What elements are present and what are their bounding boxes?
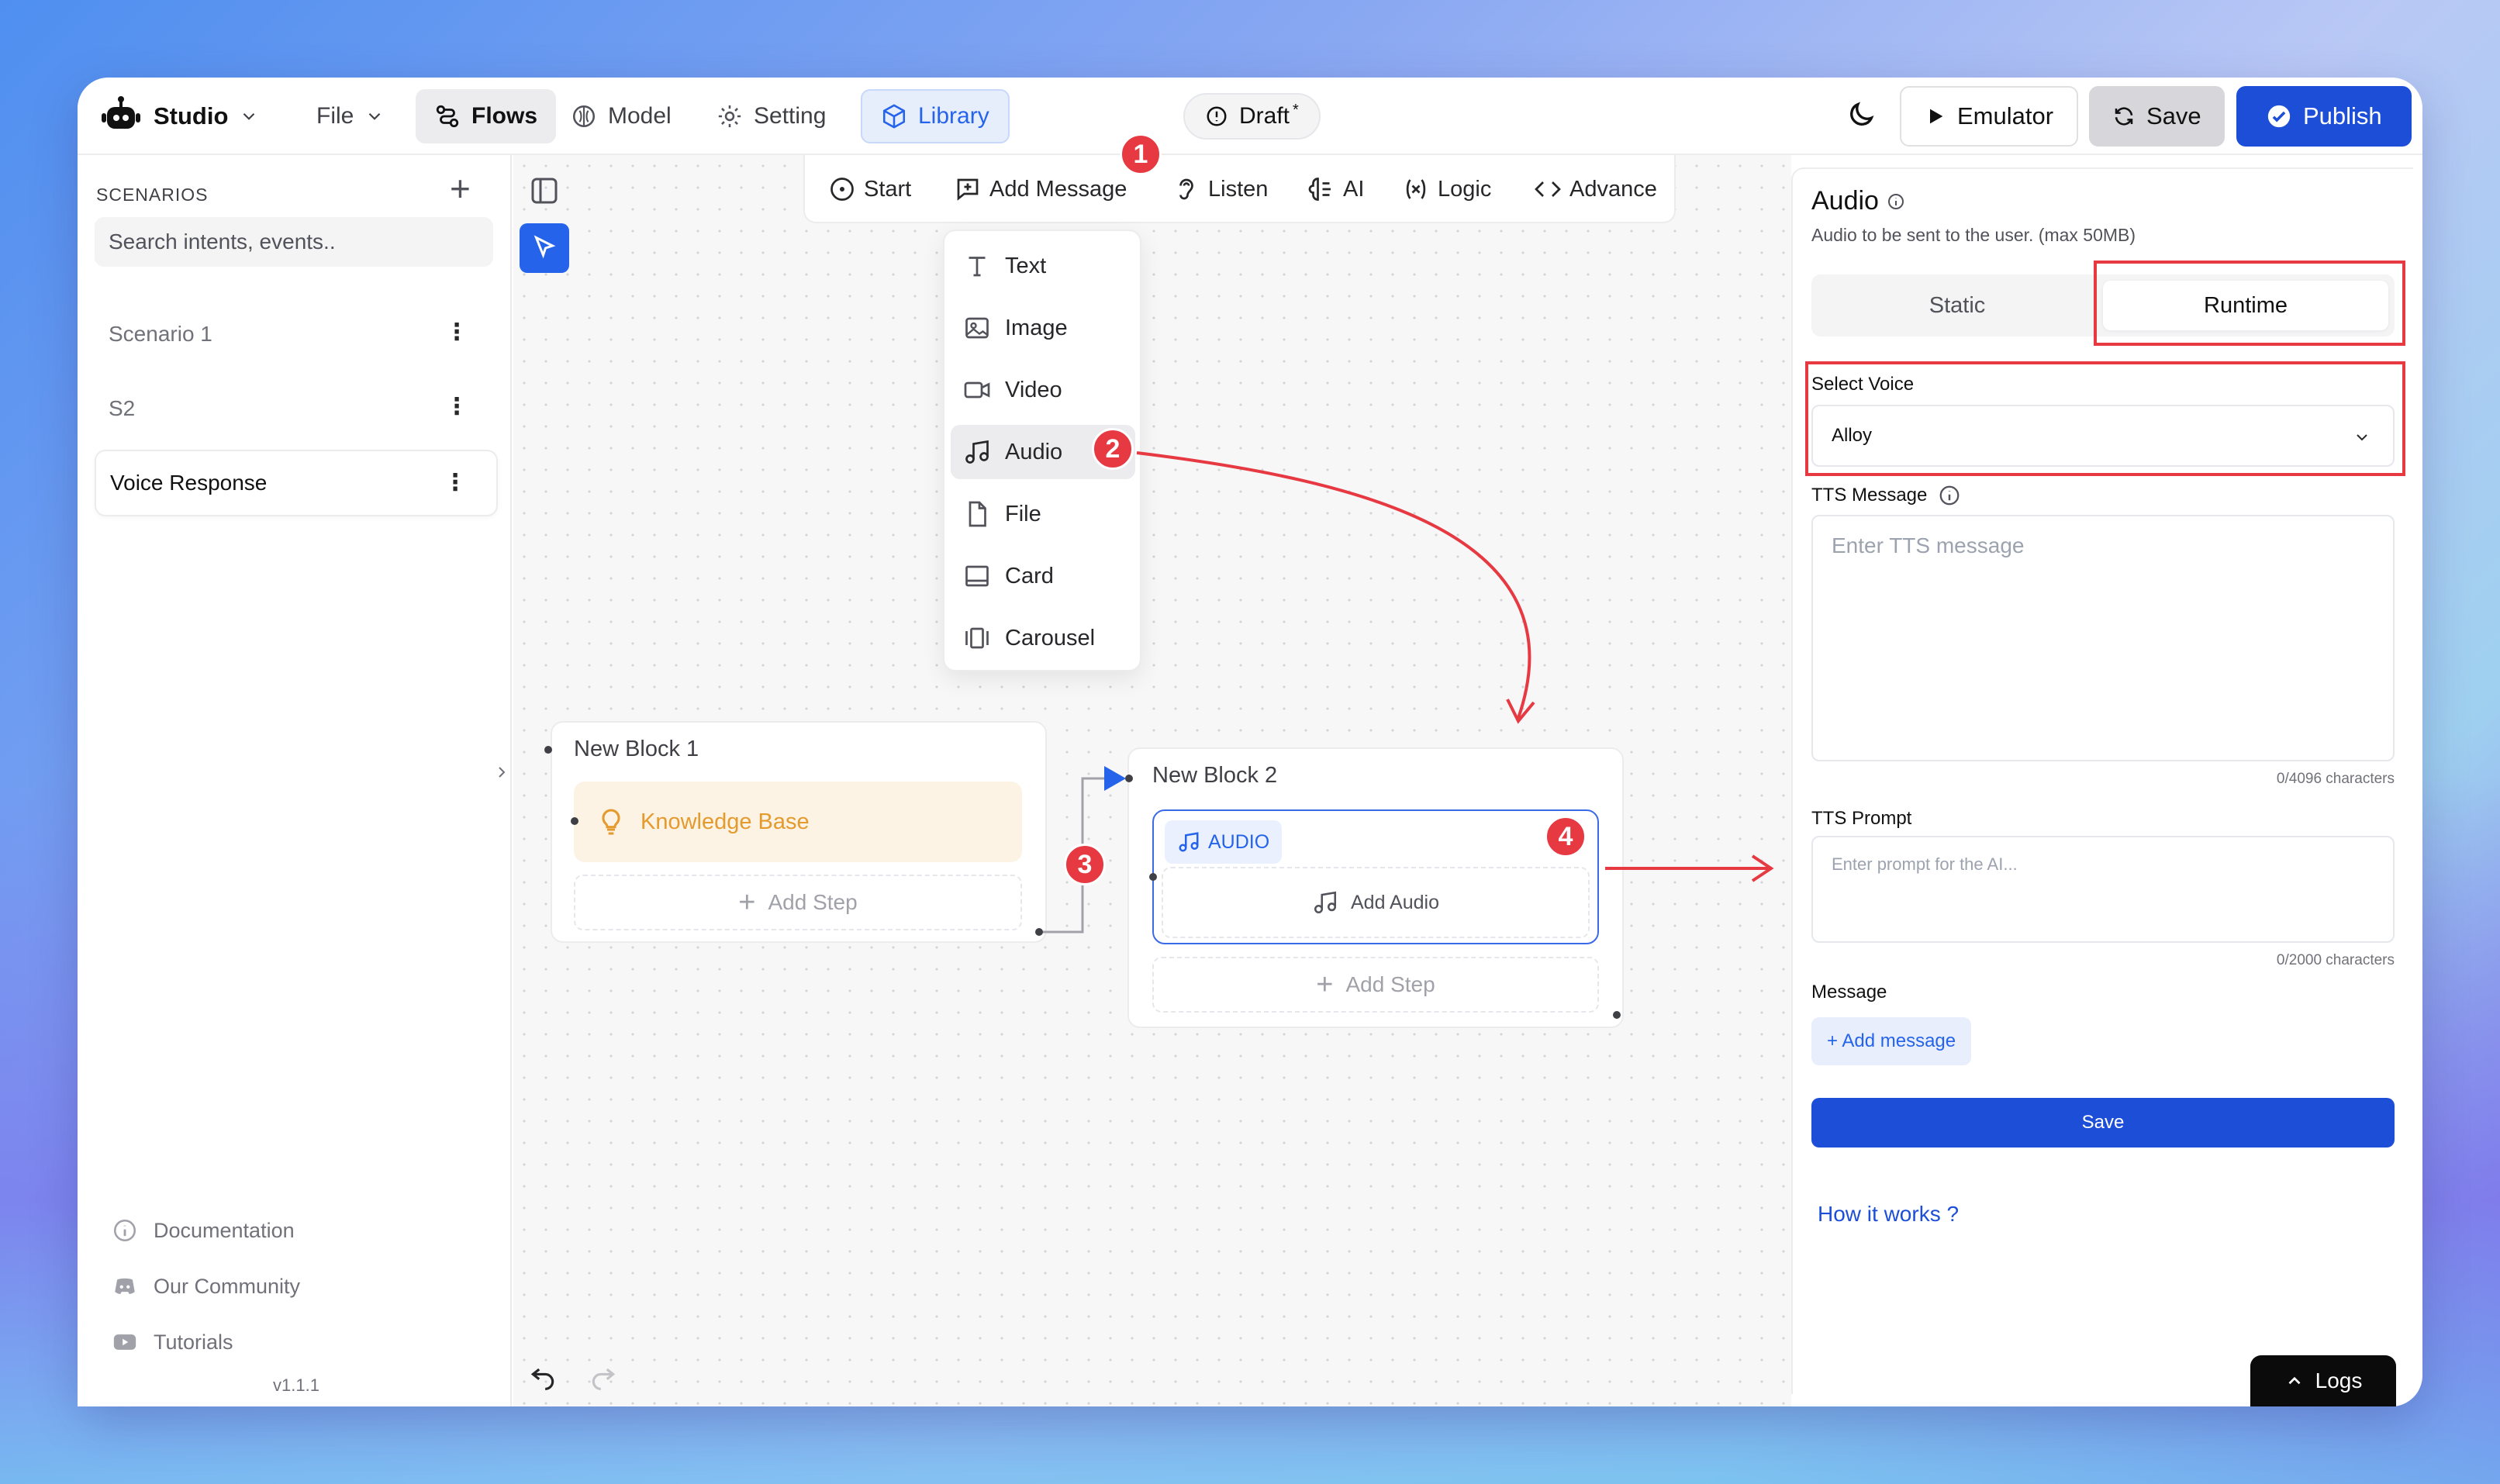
panel-save-button[interactable]: Save — [1811, 1098, 2395, 1148]
add-message-button[interactable]: + Add message — [1811, 1017, 1972, 1065]
tts-prompt-counter: 0/2000 characters — [2276, 952, 2395, 968]
annotation-badge-2: 2 — [1092, 428, 1134, 470]
annotation-badge-3: 3 — [1064, 844, 1106, 885]
logs-label: Logs — [2315, 1368, 2363, 1393]
tts-prompt-label: TTS Prompt — [1811, 808, 1912, 829]
tts-message-label-row: TTS Message — [1811, 484, 1961, 507]
logs-button[interactable]: Logs — [2250, 1355, 2396, 1406]
info-icon[interactable] — [1938, 484, 1961, 507]
connector-arrowhead — [1104, 766, 1126, 791]
how-it-works-link[interactable]: How it works ? — [1818, 1202, 1959, 1227]
panel-subtitle: Audio to be sent to the user. (max 50MB) — [1811, 225, 2136, 245]
annotation-curved-arrow — [1136, 451, 1531, 719]
tts-message-input[interactable]: Enter TTS message — [1811, 515, 2395, 761]
tts-message-counter: 0/4096 characters — [2276, 771, 2395, 787]
info-icon[interactable] — [1887, 192, 1905, 211]
annotation-highlight-select-voice — [1805, 361, 2405, 476]
collapse-handle-icon[interactable] — [499, 767, 506, 778]
tab-static[interactable]: Static — [1811, 274, 2103, 336]
chevron-up-icon — [2288, 1376, 2301, 1385]
annotation-badge-1: 1 — [1120, 133, 1162, 175]
panel-title-label: Audio — [1811, 186, 1879, 216]
annotation-badge-4: 4 — [1545, 816, 1587, 858]
message-label: Message — [1811, 982, 1887, 1003]
tts-message-label: TTS Message — [1811, 485, 1928, 506]
block-input-handle[interactable] — [1125, 775, 1133, 782]
annotation-highlight-runtime — [2094, 261, 2405, 346]
block-output-handle[interactable] — [1035, 928, 1043, 936]
panel-title: Audio — [1811, 186, 1905, 216]
tts-prompt-input[interactable]: Enter prompt for the AI... — [1811, 836, 2395, 943]
